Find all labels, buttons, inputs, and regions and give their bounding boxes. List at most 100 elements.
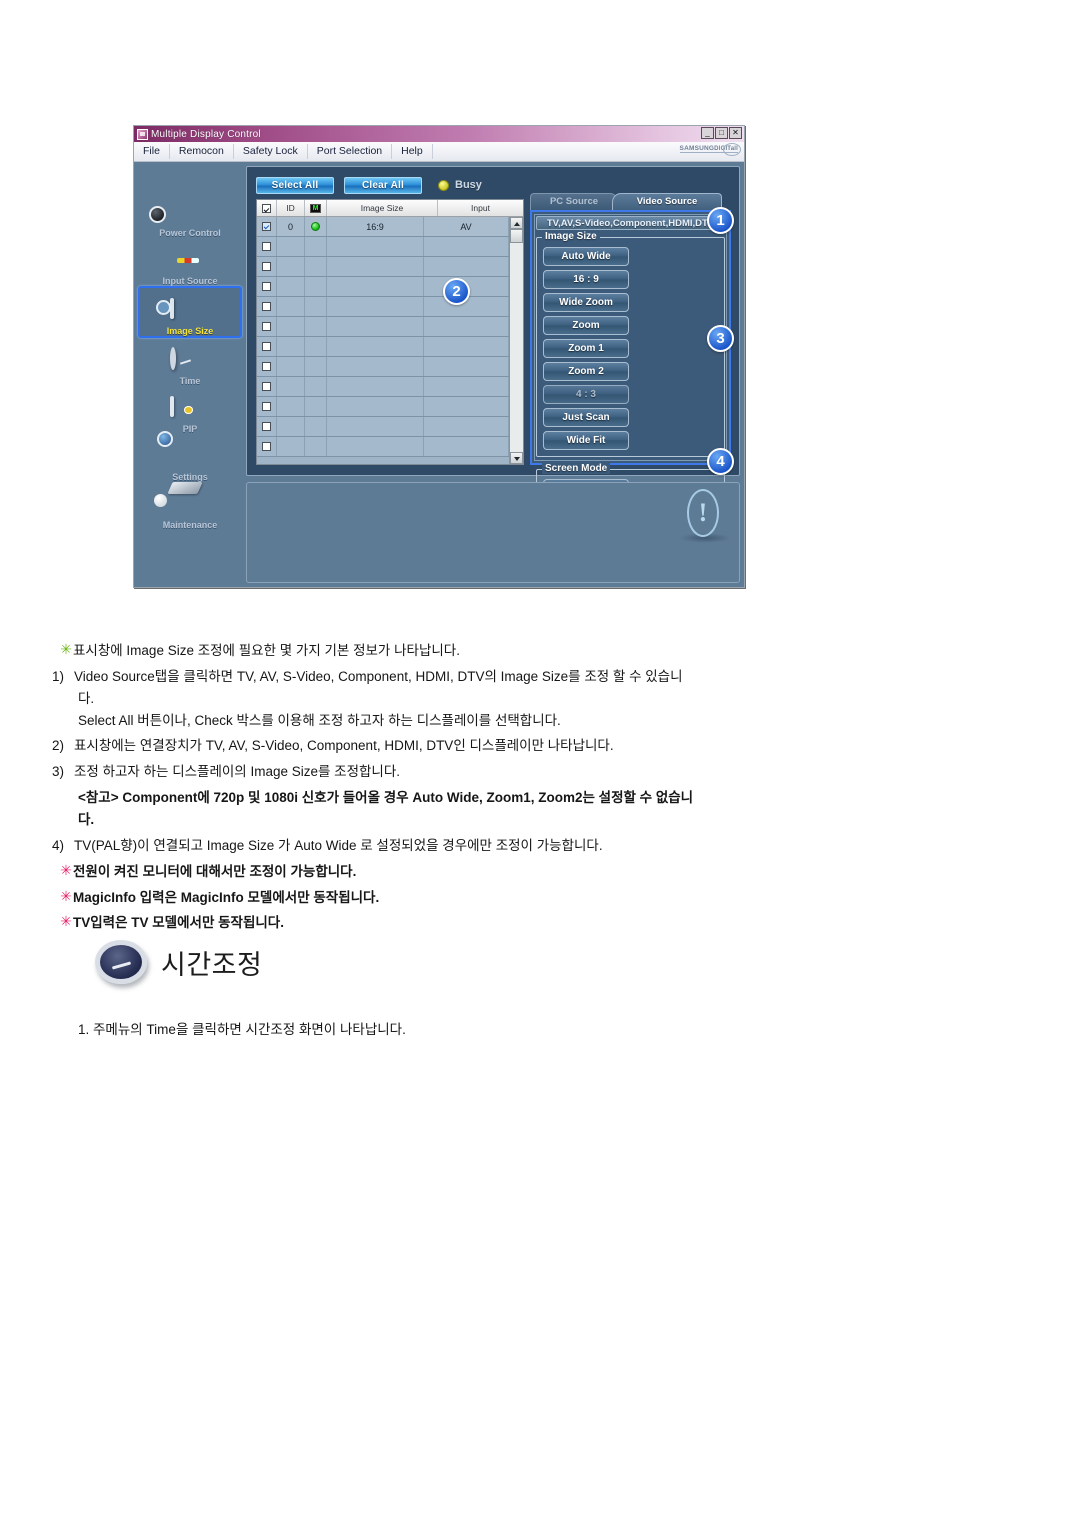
clock-icon xyxy=(95,940,147,984)
menu-safety-lock[interactable]: Safety Lock xyxy=(234,144,308,159)
row-checkbox-icon[interactable] xyxy=(262,322,271,331)
exclamation-icon: ! xyxy=(687,489,719,537)
row-checkbox-cell[interactable] xyxy=(257,217,277,236)
source-panel: PC Source Video Source TV,AV,S-Video,Com… xyxy=(530,193,731,574)
list-item-3-number: 3) xyxy=(52,764,65,780)
select-all-checkbox-icon[interactable] xyxy=(262,203,271,213)
note-reference-text-cont: 다. xyxy=(78,812,95,828)
clear-all-button[interactable]: Clear All xyxy=(344,176,422,194)
scrollbar-thumb[interactable] xyxy=(510,229,523,243)
menu-port-selection[interactable]: Port Selection xyxy=(308,144,393,159)
table-row[interactable] xyxy=(257,397,509,417)
screen-mode-group-title: Screen Mode xyxy=(542,463,611,474)
zoom-1-button[interactable]: Zoom 1 xyxy=(543,339,629,358)
table-row[interactable] xyxy=(257,437,509,457)
row-checkbox-cell[interactable] xyxy=(257,277,277,296)
row-input-cell xyxy=(424,417,509,436)
status-led-icon xyxy=(438,179,449,191)
row-checkbox-icon[interactable] xyxy=(262,262,271,271)
sidebar-item-input-source[interactable]: Input Source xyxy=(138,238,242,286)
sidebar-item-time[interactable]: Time xyxy=(138,338,242,386)
table-row[interactable] xyxy=(257,297,509,317)
row-checkbox-icon[interactable] xyxy=(262,242,271,251)
row-image-size-cell xyxy=(327,437,424,456)
row-checkbox-cell[interactable] xyxy=(257,297,277,316)
status-indicator: Busy xyxy=(438,179,482,191)
4-3-button[interactable]: 4 : 3 xyxy=(543,385,629,404)
row-checkbox-icon[interactable] xyxy=(262,442,271,451)
list-item-1-sub-text: Select All 버튼이나, Check 박스를 이용해 조정 하고자 하는… xyxy=(78,712,561,728)
grid-header-power: M xyxy=(305,200,327,216)
row-power-cell xyxy=(305,257,327,276)
note-reference-cont: 다. xyxy=(0,809,1080,831)
table-row[interactable] xyxy=(257,357,509,377)
image-size-group: Image Size Auto Wide 16 : 9 Wide Zoom Zo… xyxy=(536,231,725,457)
window-controls: _ □ ✕ xyxy=(701,127,742,139)
list-item-1: 1) Video Source탭을 클릭하면 TV, AV, S-Video, … xyxy=(0,666,1080,688)
row-checkbox-icon[interactable] xyxy=(262,302,271,311)
menu-remocon[interactable]: Remocon xyxy=(170,144,234,159)
table-row[interactable]: 0 16:9 AV xyxy=(257,217,509,237)
row-image-size-cell xyxy=(327,397,424,416)
row-checkbox-icon[interactable] xyxy=(262,362,271,371)
row-checkbox-cell[interactable] xyxy=(257,377,277,396)
row-checkbox-cell[interactable] xyxy=(257,397,277,416)
close-icon[interactable]: ✕ xyxy=(729,127,742,139)
row-checkbox-icon[interactable] xyxy=(262,222,271,231)
row-id-cell xyxy=(277,437,305,456)
row-input-cell xyxy=(424,397,509,416)
row-image-size-cell xyxy=(327,257,424,276)
grid-vertical-scrollbar[interactable] xyxy=(509,217,523,464)
sidebar-item-maintenance[interactable]: Maintenance xyxy=(138,482,242,530)
row-checkbox-cell[interactable] xyxy=(257,437,277,456)
scroll-up-icon[interactable] xyxy=(510,217,523,229)
zoom-button[interactable]: Zoom xyxy=(543,316,629,335)
row-checkbox-icon[interactable] xyxy=(262,382,271,391)
table-row[interactable] xyxy=(257,237,509,257)
row-checkbox-icon[interactable] xyxy=(262,402,271,411)
menu-help[interactable]: Help xyxy=(392,144,433,159)
app-icon xyxy=(137,128,148,140)
row-checkbox-cell[interactable] xyxy=(257,337,277,356)
select-all-button[interactable]: Select All xyxy=(256,176,334,194)
row-checkbox-cell[interactable] xyxy=(257,257,277,276)
row-checkbox-icon[interactable] xyxy=(262,422,271,431)
sidebar-item-power-control[interactable]: Power Control xyxy=(138,190,242,238)
tab-pc-source[interactable]: PC Source xyxy=(530,193,618,210)
row-id-cell xyxy=(277,357,305,376)
sidebar-item-image-size[interactable]: Image Size xyxy=(138,286,242,338)
minimize-icon[interactable]: _ xyxy=(701,127,714,139)
row-checkbox-cell[interactable] xyxy=(257,417,277,436)
sidebar: Power Control Input Source Image Size Ti… xyxy=(138,190,242,530)
sidebar-item-settings[interactable]: Settings xyxy=(138,434,242,482)
table-row[interactable] xyxy=(257,337,509,357)
16-9-button[interactable]: 16 : 9 xyxy=(543,270,629,289)
table-row[interactable] xyxy=(257,257,509,277)
row-checkbox-cell[interactable] xyxy=(257,317,277,336)
callout-badge-2: 2 xyxy=(443,278,470,305)
zoom-2-button[interactable]: Zoom 2 xyxy=(543,362,629,381)
auto-wide-button[interactable]: Auto Wide xyxy=(543,247,629,266)
table-row[interactable] xyxy=(257,377,509,397)
grid-header-checkbox[interactable] xyxy=(257,200,277,216)
grid-header-image-size: Image Size xyxy=(327,200,438,216)
wide-fit-button[interactable]: Wide Fit xyxy=(543,431,629,450)
wide-zoom-button[interactable]: Wide Zoom xyxy=(543,293,629,312)
table-row[interactable] xyxy=(257,317,509,337)
row-image-size-cell xyxy=(327,297,424,316)
row-checkbox-cell[interactable] xyxy=(257,357,277,376)
table-row[interactable] xyxy=(257,277,509,297)
scroll-down-icon[interactable] xyxy=(510,452,523,464)
maximize-icon[interactable]: □ xyxy=(715,127,728,139)
row-checkbox-cell[interactable] xyxy=(257,237,277,256)
row-checkbox-icon[interactable] xyxy=(262,342,271,351)
tab-video-source[interactable]: Video Source xyxy=(612,193,722,210)
image-size-group-title: Image Size xyxy=(542,231,600,242)
menu-file[interactable]: File xyxy=(134,144,170,159)
row-checkbox-icon[interactable] xyxy=(262,282,271,291)
list-item-2-number: 2) xyxy=(52,738,65,754)
sidebar-item-pip[interactable]: PIP xyxy=(138,386,242,434)
row-power-cell xyxy=(305,377,327,396)
table-row[interactable] xyxy=(257,417,509,437)
just-scan-button[interactable]: Just Scan xyxy=(543,408,629,427)
